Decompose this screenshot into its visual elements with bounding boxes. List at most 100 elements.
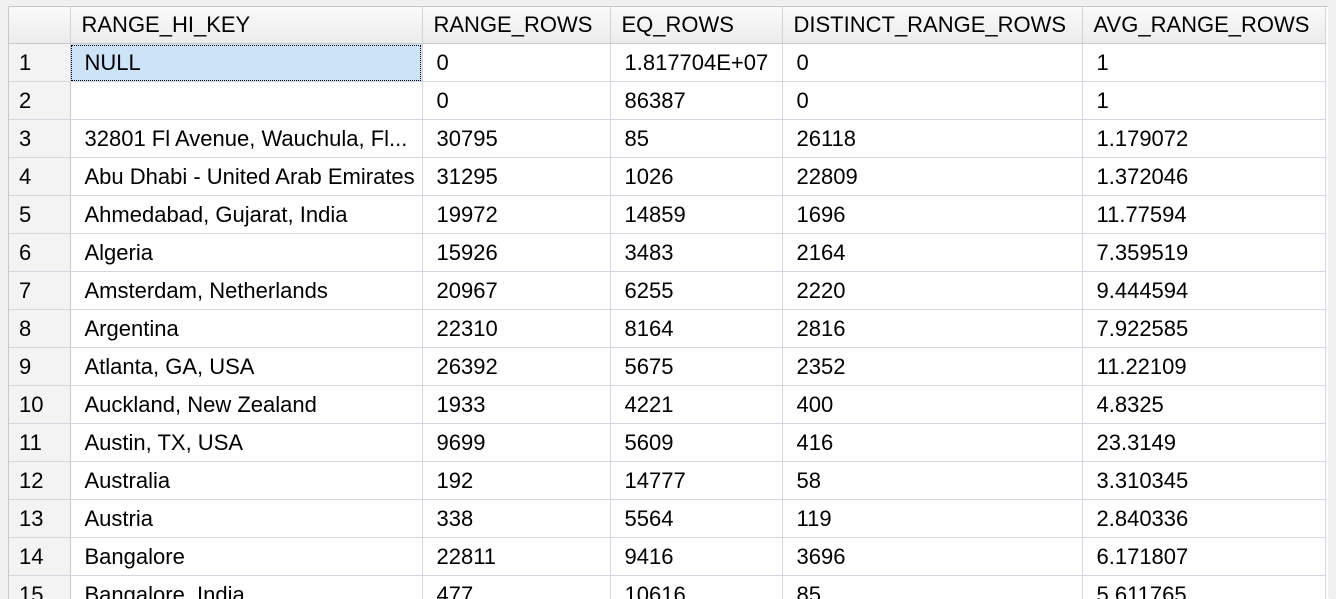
range-rows-cell[interactable]: 477 xyxy=(422,576,610,599)
distinct-range-rows-cell[interactable]: 119 xyxy=(782,500,1082,538)
range-hi-key-cell[interactable]: Algeria xyxy=(70,234,422,272)
range-hi-key-cell[interactable]: Australia xyxy=(70,462,422,500)
corner-cell[interactable] xyxy=(9,7,70,44)
eq-rows-cell[interactable]: 5564 xyxy=(610,500,782,538)
eq-rows-cell[interactable]: 14777 xyxy=(610,462,782,500)
range-rows-cell[interactable]: 22811 xyxy=(422,538,610,576)
distinct-range-rows-cell[interactable]: 26118 xyxy=(782,120,1082,158)
range-hi-key-cell[interactable]: Ahmedabad, Gujarat, India xyxy=(70,196,422,234)
column-header-range-hi-key[interactable]: RANGE_HI_KEY xyxy=(70,7,422,44)
eq-rows-cell[interactable]: 9416 xyxy=(610,538,782,576)
table-row[interactable]: 8Argentina22310816428167.922585 xyxy=(9,310,1325,348)
column-header-avg-range-rows[interactable]: AVG_RANGE_ROWS xyxy=(1082,7,1325,44)
row-number[interactable]: 2 xyxy=(9,82,70,120)
eq-rows-cell[interactable]: 4221 xyxy=(610,386,782,424)
range-rows-cell[interactable]: 20967 xyxy=(422,272,610,310)
distinct-range-rows-cell[interactable]: 416 xyxy=(782,424,1082,462)
distinct-range-rows-cell[interactable]: 0 xyxy=(782,82,1082,120)
range-rows-cell[interactable]: 22310 xyxy=(422,310,610,348)
range-hi-key-cell[interactable]: Austria xyxy=(70,500,422,538)
distinct-range-rows-cell[interactable]: 2352 xyxy=(782,348,1082,386)
range-hi-key-cell[interactable]: Bangalore xyxy=(70,538,422,576)
distinct-range-rows-cell[interactable]: 22809 xyxy=(782,158,1082,196)
table-row[interactable]: 7Amsterdam, Netherlands20967625522209.44… xyxy=(9,272,1325,310)
range-rows-cell[interactable]: 19972 xyxy=(422,196,610,234)
range-rows-cell[interactable]: 9699 xyxy=(422,424,610,462)
row-number[interactable]: 14 xyxy=(9,538,70,576)
table-row[interactable]: 332801 Fl Avenue, Wauchula, Fl...3079585… xyxy=(9,120,1325,158)
eq-rows-cell[interactable]: 1026 xyxy=(610,158,782,196)
avg-range-rows-cell[interactable]: 5.611765 xyxy=(1082,576,1325,599)
avg-range-rows-cell[interactable]: 1.372046 xyxy=(1082,158,1325,196)
distinct-range-rows-cell[interactable]: 400 xyxy=(782,386,1082,424)
distinct-range-rows-cell[interactable]: 85 xyxy=(782,576,1082,599)
eq-rows-cell[interactable]: 1.817704E+07 xyxy=(610,44,782,82)
range-rows-cell[interactable]: 26392 xyxy=(422,348,610,386)
eq-rows-cell[interactable]: 5675 xyxy=(610,348,782,386)
range-hi-key-cell[interactable]: Abu Dhabi - United Arab Emirates xyxy=(70,158,422,196)
table-row[interactable]: 6Algeria15926348321647.359519 xyxy=(9,234,1325,272)
range-hi-key-cell[interactable]: 32801 Fl Avenue, Wauchula, Fl... xyxy=(70,120,422,158)
row-number[interactable]: 13 xyxy=(9,500,70,538)
avg-range-rows-cell[interactable]: 1 xyxy=(1082,82,1325,120)
distinct-range-rows-cell[interactable]: 2220 xyxy=(782,272,1082,310)
range-rows-cell[interactable]: 15926 xyxy=(422,234,610,272)
row-number[interactable]: 11 xyxy=(9,424,70,462)
range-hi-key-cell[interactable]: Amsterdam, Netherlands xyxy=(70,272,422,310)
range-rows-cell[interactable]: 31295 xyxy=(422,158,610,196)
eq-rows-cell[interactable]: 3483 xyxy=(610,234,782,272)
range-rows-cell[interactable]: 1933 xyxy=(422,386,610,424)
distinct-range-rows-cell[interactable]: 58 xyxy=(782,462,1082,500)
range-hi-key-cell[interactable]: Atlanta, GA, USA xyxy=(70,348,422,386)
table-row[interactable]: 15Bangalore, India47710616855.611765 xyxy=(9,576,1325,599)
row-number[interactable]: 15 xyxy=(9,576,70,599)
column-header-distinct-range-rows[interactable]: DISTINCT_RANGE_ROWS xyxy=(782,7,1082,44)
table-row[interactable]: 208638701 xyxy=(9,82,1325,120)
range-rows-cell[interactable]: 338 xyxy=(422,500,610,538)
eq-rows-cell[interactable]: 85 xyxy=(610,120,782,158)
range-hi-key-cell[interactable]: Austin, TX, USA xyxy=(70,424,422,462)
avg-range-rows-cell[interactable]: 7.359519 xyxy=(1082,234,1325,272)
row-number[interactable]: 7 xyxy=(9,272,70,310)
results-grid[interactable]: RANGE_HI_KEY RANGE_ROWS EQ_ROWS DISTINCT… xyxy=(8,6,1329,599)
range-hi-key-cell[interactable]: NULL xyxy=(70,44,422,82)
row-number[interactable]: 4 xyxy=(9,158,70,196)
avg-range-rows-cell[interactable]: 4.8325 xyxy=(1082,386,1325,424)
avg-range-rows-cell[interactable]: 11.22109 xyxy=(1082,348,1325,386)
column-header-range-rows[interactable]: RANGE_ROWS xyxy=(422,7,610,44)
avg-range-rows-cell[interactable]: 6.171807 xyxy=(1082,538,1325,576)
table-row[interactable]: 14Bangalore22811941636966.171807 xyxy=(9,538,1325,576)
avg-range-rows-cell[interactable]: 9.444594 xyxy=(1082,272,1325,310)
eq-rows-cell[interactable]: 10616 xyxy=(610,576,782,599)
range-rows-cell[interactable]: 0 xyxy=(422,44,610,82)
avg-range-rows-cell[interactable]: 23.3149 xyxy=(1082,424,1325,462)
avg-range-rows-cell[interactable]: 3.310345 xyxy=(1082,462,1325,500)
table-row[interactable]: 4Abu Dhabi - United Arab Emirates3129510… xyxy=(9,158,1325,196)
eq-rows-cell[interactable]: 5609 xyxy=(610,424,782,462)
row-number[interactable]: 8 xyxy=(9,310,70,348)
row-number[interactable]: 10 xyxy=(9,386,70,424)
range-rows-cell[interactable]: 30795 xyxy=(422,120,610,158)
avg-range-rows-cell[interactable]: 1.179072 xyxy=(1082,120,1325,158)
avg-range-rows-cell[interactable]: 7.922585 xyxy=(1082,310,1325,348)
row-number[interactable]: 3 xyxy=(9,120,70,158)
range-hi-key-cell[interactable]: Bangalore, India xyxy=(70,576,422,599)
row-number[interactable]: 5 xyxy=(9,196,70,234)
column-header-eq-rows[interactable]: EQ_ROWS xyxy=(610,7,782,44)
range-hi-key-cell[interactable]: Auckland, New Zealand xyxy=(70,386,422,424)
distinct-range-rows-cell[interactable]: 1696 xyxy=(782,196,1082,234)
table-row[interactable]: 9Atlanta, GA, USA263925675235211.22109 xyxy=(9,348,1325,386)
row-number[interactable]: 1 xyxy=(9,44,70,82)
eq-rows-cell[interactable]: 8164 xyxy=(610,310,782,348)
distinct-range-rows-cell[interactable]: 3696 xyxy=(782,538,1082,576)
table-row[interactable]: 10Auckland, New Zealand193342214004.8325 xyxy=(9,386,1325,424)
table-row[interactable]: 13Austria33855641192.840336 xyxy=(9,500,1325,538)
table-row[interactable]: 11Austin, TX, USA9699560941623.3149 xyxy=(9,424,1325,462)
distinct-range-rows-cell[interactable]: 2164 xyxy=(782,234,1082,272)
eq-rows-cell[interactable]: 86387 xyxy=(610,82,782,120)
eq-rows-cell[interactable]: 14859 xyxy=(610,196,782,234)
range-rows-cell[interactable]: 192 xyxy=(422,462,610,500)
distinct-range-rows-cell[interactable]: 0 xyxy=(782,44,1082,82)
avg-range-rows-cell[interactable]: 2.840336 xyxy=(1082,500,1325,538)
range-hi-key-cell[interactable]: Argentina xyxy=(70,310,422,348)
